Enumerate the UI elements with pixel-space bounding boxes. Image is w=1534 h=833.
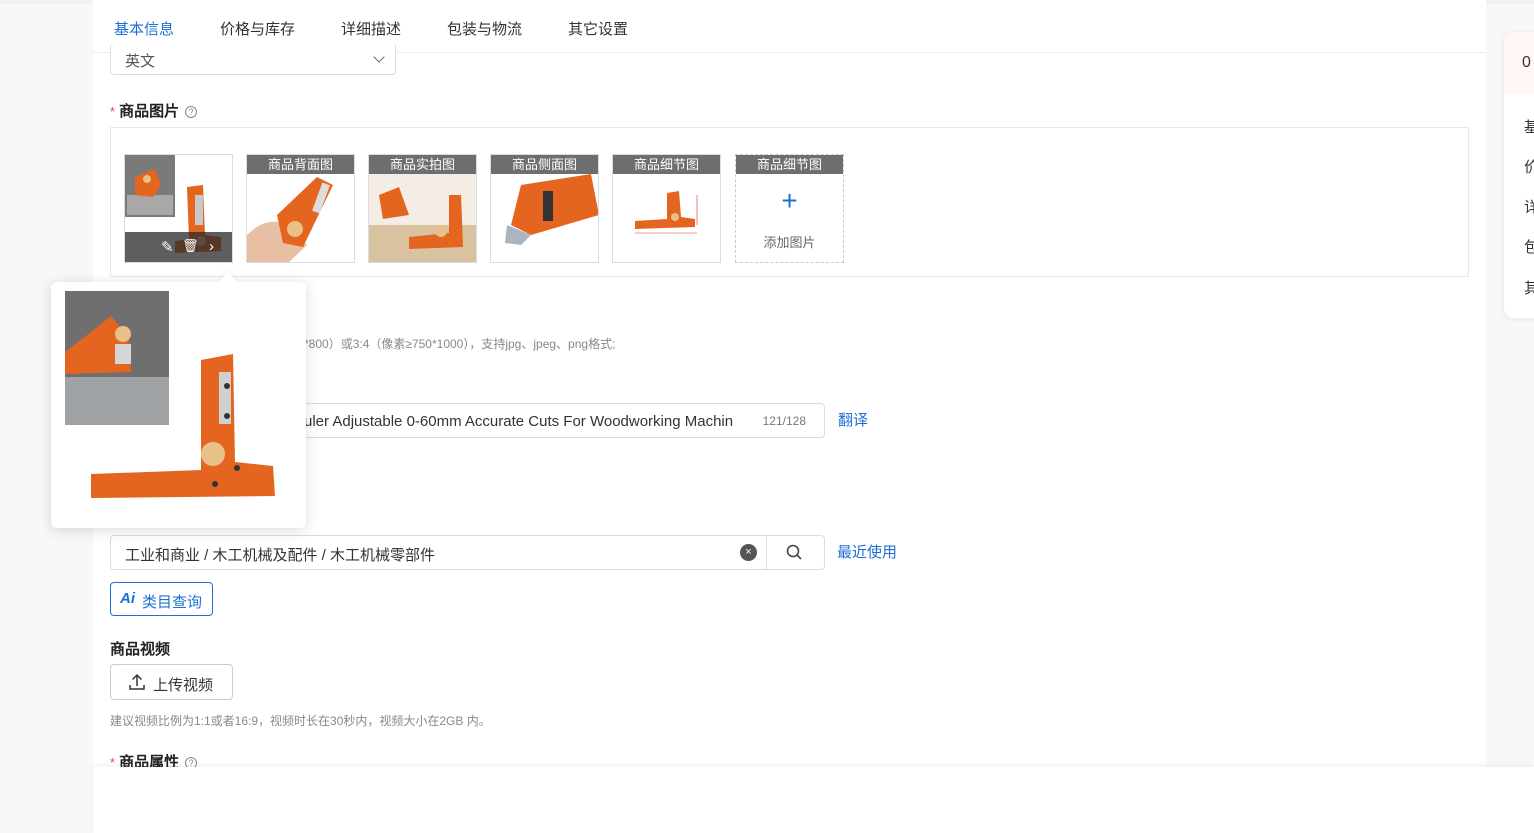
upload-video-button[interactable]: 上传视频 [110,664,233,700]
add-image-label: 添加图片 [763,235,816,250]
upload-video-label: 上传视频 [153,677,214,694]
video-hint: 建议视频比例为1:1或者16:9，视频时长在30秒内，视频大小在2GB 内。 [110,714,491,728]
image-caption: 商品细节图 [736,155,843,174]
preview-image [65,291,275,498]
section-nav-item[interactable]: 包 [1524,236,1534,257]
section-nav-item[interactable]: 价 [1524,156,1534,177]
category-search-button[interactable] [766,536,824,569]
delete-icon[interactable]: 🗑 [182,238,199,254]
score-value: 0 [1522,54,1531,71]
edit-icon[interactable]: ✎ [161,238,174,256]
tab-price-stock[interactable]: 价格与库存 [220,18,295,39]
image-caption: 商品细节图 [613,155,720,174]
chevron-down-icon [373,51,385,63]
help-icon[interactable]: ? [185,106,198,118]
tab-other-settings[interactable]: 其它设置 [568,18,628,39]
title-value: uler Adjustable 0-60mm Accurate Cuts For… [304,413,734,430]
clear-icon[interactable]: × [740,544,757,561]
footer-action-bar [93,767,1534,833]
image-caption: 商品实拍图 [369,155,476,174]
ai-icon: Ai [120,590,135,607]
ai-category-query-button[interactable]: Ai 类目查询 [110,582,213,616]
section-nav-panel: 0 基 价 详 包 其 [1504,32,1534,318]
product-images-label: * 商品图片? [110,100,198,121]
product-images-panel: ✎ 🗑 › 商品背面图 商品实拍图 商品侧面图 商品细节图 商品细节图 + 添加… [110,127,1469,277]
translate-link[interactable]: 翻译 [838,409,868,430]
image-tools-bar: ✎ 🗑 › [125,232,232,262]
image-preview-popup [51,272,306,528]
tab-basic-info[interactable]: 基本信息 [114,18,174,39]
image-size-hint: *800）或3:4（像素≥750*1000），支持jpg、jpeg、png格式; [304,337,616,351]
main-image-thumb[interactable]: ✎ 🗑 › [124,154,233,263]
category-input[interactable]: 工业和商业 / 木工机械及配件 / 木工机械零部件 × [110,535,825,570]
add-image-button[interactable]: 商品细节图 + 添加图片 [735,154,844,263]
language-value: 英文 [125,53,156,70]
image-thumb-detail[interactable]: 商品细节图 [612,154,721,263]
next-icon[interactable]: › [209,238,214,255]
language-select[interactable]: 英文 [110,45,396,75]
plus-icon: + [781,185,798,216]
section-nav-item[interactable]: 详 [1524,196,1534,217]
image-thumb-real[interactable]: 商品实拍图 [368,154,477,263]
image-thumb-back[interactable]: 商品背面图 [246,154,355,263]
image-caption: 商品背面图 [247,155,354,174]
search-icon [786,544,802,560]
tab-packaging-logistics[interactable]: 包装与物流 [447,18,522,39]
ai-button-label: 类目查询 [142,594,203,611]
title-char-count: 121/128 [762,414,806,428]
recent-used-link[interactable]: 最近使用 [837,541,897,562]
section-nav-item[interactable]: 其 [1524,277,1534,298]
category-value: 工业和商业 / 木工机械及配件 / 木工机械零部件 [125,547,436,564]
required-mark: * [110,104,116,119]
tab-detail-description[interactable]: 详细描述 [341,18,401,39]
image-caption: 商品侧面图 [491,155,598,174]
product-video-label: 商品视频 [110,641,171,658]
image-thumb-side[interactable]: 商品侧面图 [490,154,599,263]
section-nav-item[interactable]: 基 [1524,116,1534,137]
